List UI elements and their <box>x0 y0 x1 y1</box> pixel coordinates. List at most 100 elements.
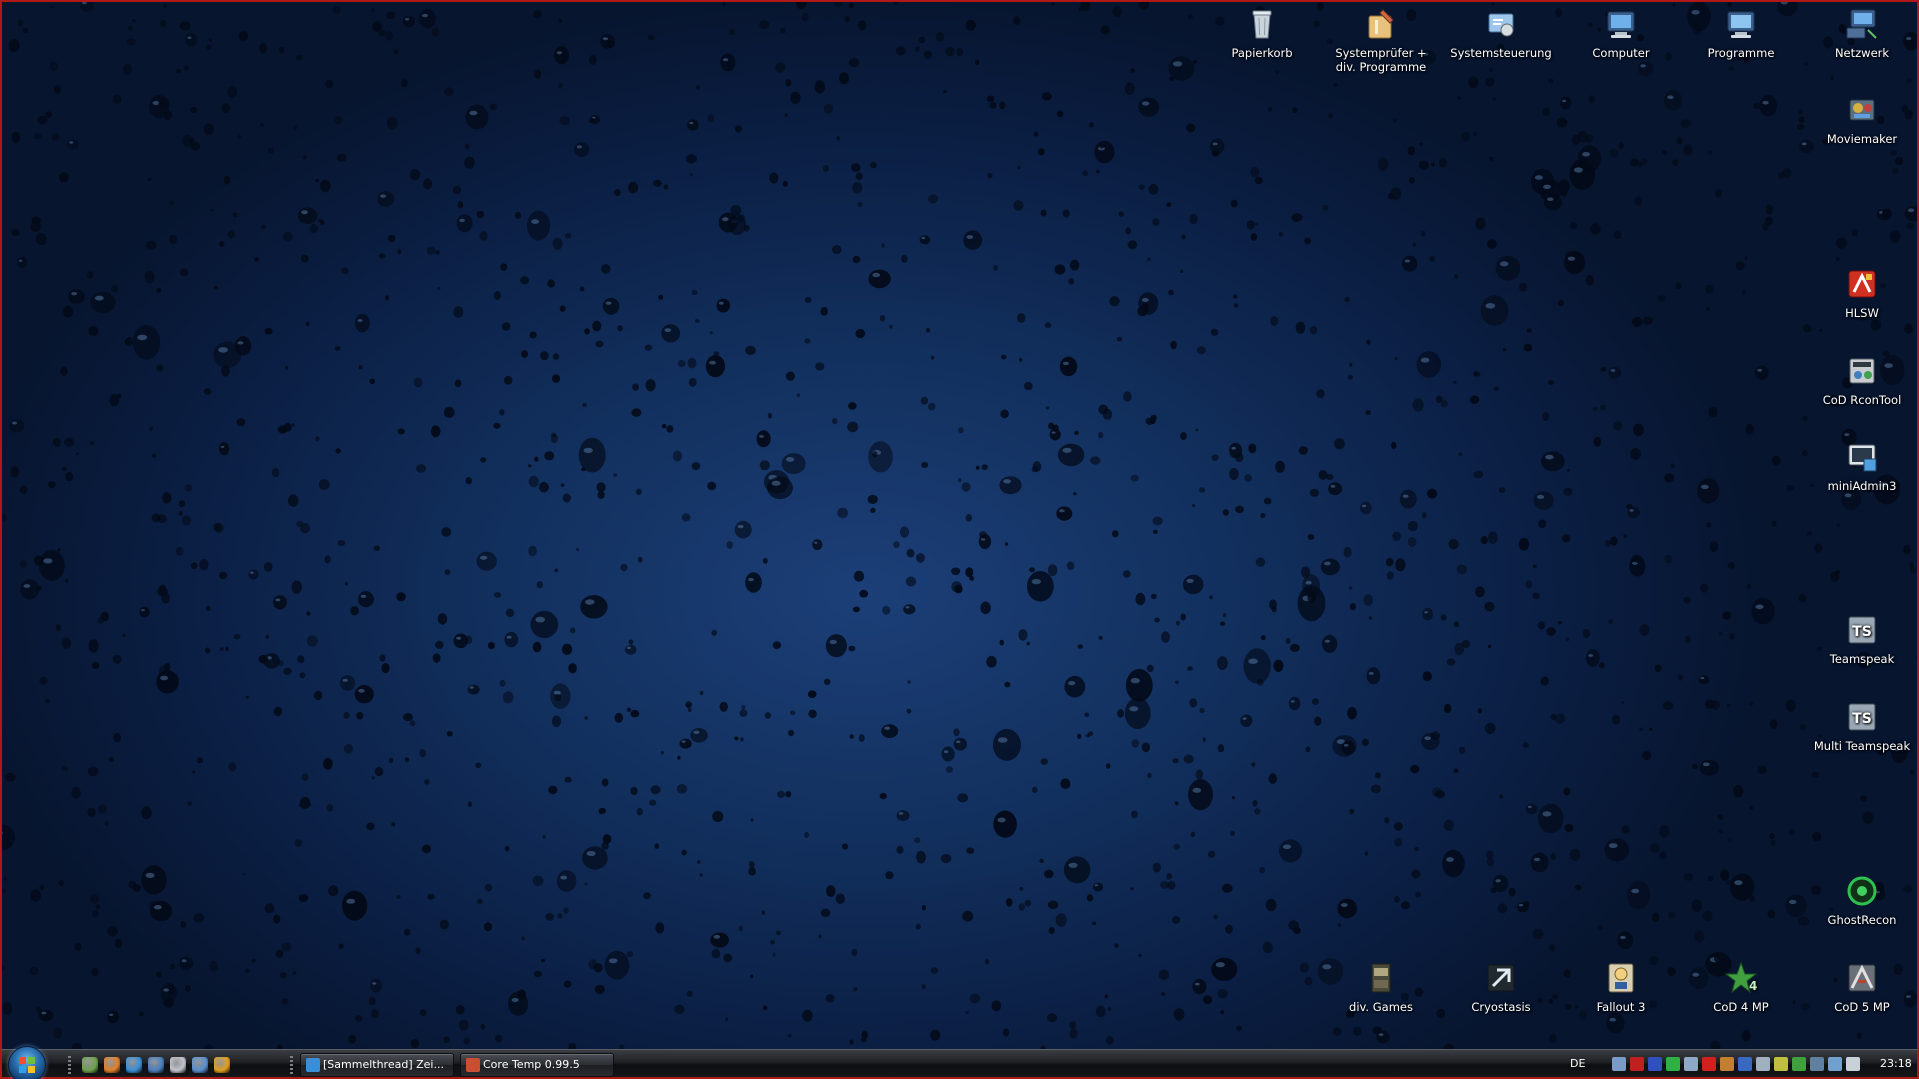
water-drop <box>1182 574 1204 595</box>
desktop-icon-multi-teamspeak[interactable]: TS Multi Teamspeak <box>1806 699 1917 753</box>
taskbar-button-sammelthread[interactable]: [Sammelthread] Zei... <box>300 1053 454 1077</box>
green-status-icon[interactable] <box>1666 1057 1680 1071</box>
water-drop <box>1904 323 1913 334</box>
desktop-icon-teamspeak[interactable]: TS Teamspeak <box>1806 612 1917 666</box>
monitor-icon[interactable] <box>1756 1057 1770 1071</box>
moviemaker-icon <box>1849 99 1875 121</box>
desktop-icon-papierkorb[interactable]: Papierkorb <box>1206 6 1318 60</box>
mail-icon[interactable] <box>192 1057 208 1073</box>
water-drop <box>1173 1008 1185 1021</box>
water-drop <box>288 494 299 508</box>
desktop-icon-miniadmin3[interactable]: miniAdmin3 <box>1806 439 1917 493</box>
red-status-icon[interactable] <box>1630 1057 1644 1071</box>
headset-icon[interactable] <box>1612 1057 1626 1071</box>
blue-status-icon[interactable] <box>1648 1057 1662 1071</box>
desktop-icon-fallout3[interactable]: Fallout 3 <box>1565 960 1677 1014</box>
water-drop <box>141 865 167 895</box>
green-app-icon[interactable] <box>1792 1057 1806 1071</box>
language-indicator[interactable]: DE <box>1570 1050 1585 1079</box>
toolbar-grip[interactable] <box>290 1056 293 1074</box>
media-player-icon[interactable] <box>214 1057 230 1073</box>
water-drop <box>227 230 236 239</box>
blue-app-icon[interactable] <box>1738 1057 1752 1071</box>
water-drop <box>1599 662 1605 669</box>
display-icon[interactable] <box>1810 1057 1824 1071</box>
water-drop <box>1210 138 1225 155</box>
water-drop <box>273 914 281 924</box>
water-drop <box>804 831 810 839</box>
desktop-icon-cryostasis[interactable]: Cryostasis <box>1445 960 1557 1014</box>
water-drop <box>193 913 205 923</box>
water-drop <box>1569 848 1581 862</box>
water-drop <box>557 913 563 919</box>
water-drop <box>1150 417 1156 425</box>
clock[interactable]: 23:18 <box>1880 1050 1912 1079</box>
desktop-icon-moviemaker[interactable]: Moviemaker <box>1806 92 1917 146</box>
taskbar-button-core-temp[interactable]: Core Temp 0.99.5 <box>460 1053 614 1077</box>
desktop-icon-cod-rcontool[interactable]: CoD RconTool <box>1806 353 1917 407</box>
water-drop <box>65 471 74 482</box>
water-drop-highlight <box>469 110 478 116</box>
water-drop <box>1418 160 1430 170</box>
water-drop <box>1749 702 1754 706</box>
water-drop <box>205 647 210 654</box>
water-drop <box>1881 208 1892 220</box>
switch-windows-icon[interactable] <box>148 1057 164 1073</box>
start-button[interactable] <box>8 1046 46 1079</box>
desktop-icon-systempruefer[interactable]: Systemprüfer + div. Programme <box>1325 6 1437 74</box>
network-connection-icon[interactable] <box>1828 1057 1842 1071</box>
water-drop-highlight <box>1068 681 1076 686</box>
app-tray-icon[interactable] <box>1774 1057 1788 1071</box>
water-drop <box>45 111 52 118</box>
water-drop <box>487 642 495 650</box>
desktop-icon-cod5-mp[interactable]: CoD 5 MP <box>1806 960 1917 1014</box>
network-tray-icon[interactable] <box>1684 1057 1698 1071</box>
water-drop <box>1668 911 1675 919</box>
water-drop <box>699 691 704 695</box>
desktop-icon-systemsteuerung[interactable]: Systemsteuerung <box>1445 6 1557 60</box>
network-icon <box>1846 9 1877 39</box>
water-drop <box>859 589 869 598</box>
fallout3-icon <box>1608 963 1634 993</box>
volume-icon[interactable] <box>1846 1057 1860 1071</box>
water-drop <box>1563 487 1573 496</box>
toolbar-grip[interactable] <box>68 1056 71 1074</box>
water-drop <box>190 141 200 151</box>
water-drop <box>598 810 603 815</box>
desktop-icon-label: CoD 5 MP <box>1834 1000 1890 1014</box>
water-drop-highlight <box>358 688 365 693</box>
media-icon[interactable] <box>170 1057 186 1073</box>
water-drop <box>707 114 714 123</box>
water-drop <box>737 214 745 223</box>
water-drop <box>1105 763 1111 769</box>
water-drop <box>1585 275 1594 286</box>
water-drop <box>1503 348 1507 352</box>
water-drop <box>1804 61 1809 66</box>
desktop-icon-programme[interactable]: Programme <box>1685 6 1797 60</box>
water-drop <box>918 36 926 44</box>
desktop-icon-ghostrecon[interactable]: GhostRecon <box>1806 873 1917 927</box>
desktop-icon-div-games[interactable]: div. Games <box>1325 960 1437 1014</box>
show-desktop-icon[interactable] <box>82 1057 98 1073</box>
water-drop <box>370 8 375 13</box>
water-drop <box>17 19 24 27</box>
water-drop <box>1188 13 1193 20</box>
water-drop <box>690 173 693 176</box>
water-drop <box>430 425 441 438</box>
water-drop <box>1487 239 1497 249</box>
shield-icon[interactable] <box>1720 1057 1734 1071</box>
desktop-icon-netzwerk[interactable]: Netzwerk <box>1806 6 1917 60</box>
internet-explorer-icon[interactable] <box>126 1057 142 1073</box>
desktop-icon-cod4-mp[interactable]: 4 CoD 4 MP <box>1685 960 1797 1014</box>
firefox-icon[interactable] <box>104 1057 120 1073</box>
water-drop-highlight <box>997 737 1008 743</box>
water-drop <box>1652 912 1660 923</box>
water-drop <box>60 366 68 376</box>
desktop-icon-hlsw[interactable]: HLSW <box>1806 266 1917 320</box>
water-drop-highlight <box>771 480 781 486</box>
desktop-icon-computer[interactable]: Computer <box>1565 6 1677 60</box>
water-drop <box>1446 658 1456 666</box>
water-drop <box>63 305 74 318</box>
ati-icon[interactable] <box>1702 1057 1716 1071</box>
water-drop <box>203 388 212 395</box>
